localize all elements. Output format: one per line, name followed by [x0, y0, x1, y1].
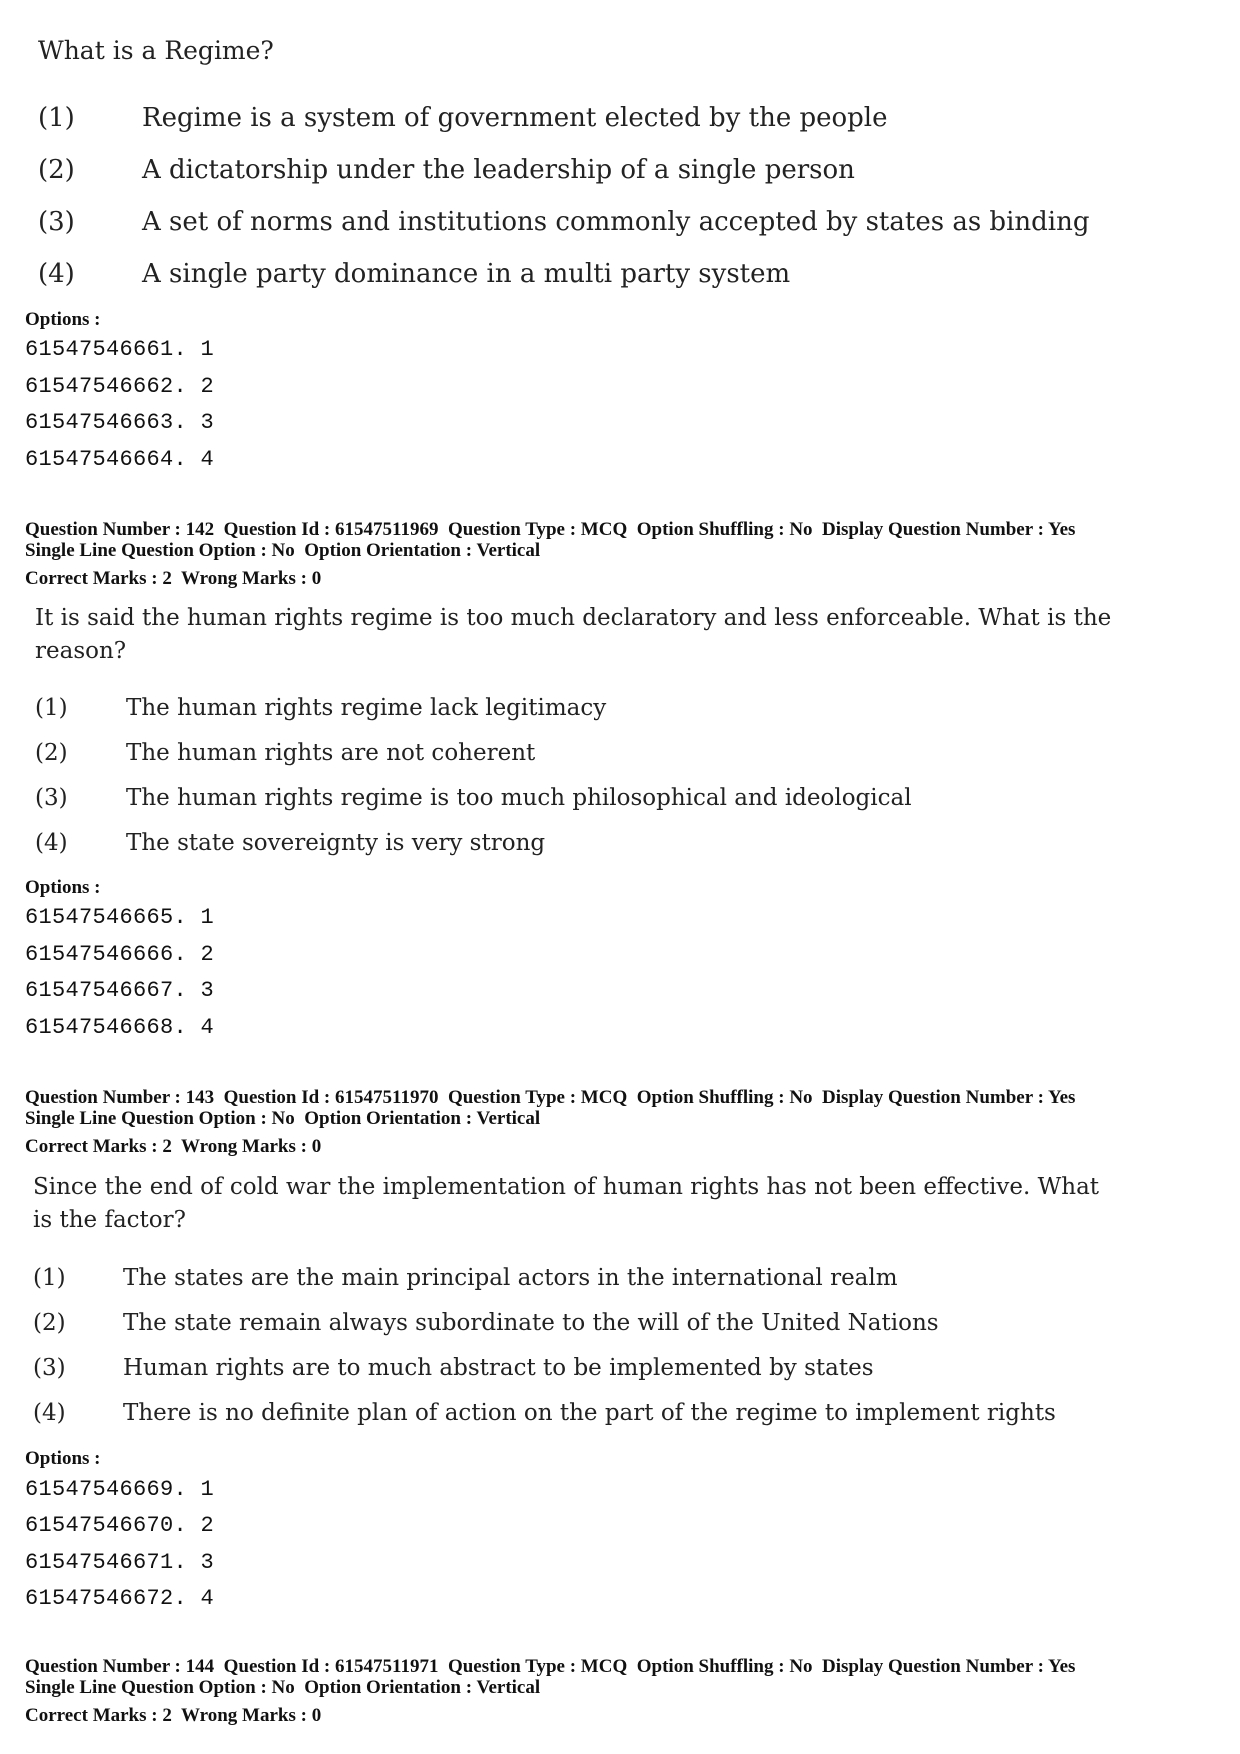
question-meta-line: Question Number : 144 Question Id : 6154… — [25, 1656, 1076, 1677]
choice-text: Human rights are to much abstract to be … — [123, 1355, 874, 1381]
question-text-line: is the factor? — [33, 1207, 186, 1233]
question-text-line: reason? — [35, 638, 127, 664]
option-id: 61547546672. 4 — [25, 1586, 215, 1611]
options-label: Options : — [25, 309, 101, 330]
options-label: Options : — [25, 1448, 101, 1469]
option-id: 61547546667. 3 — [25, 978, 215, 1003]
marks-info: Correct Marks : 2 Wrong Marks : 0 — [25, 1136, 322, 1157]
question-meta: Question Number : 144 Question Id : 6154… — [25, 1656, 1075, 1698]
choice-item: (1) The states are the main principal ac… — [33, 1265, 1213, 1297]
option-id: 61547546663. 3 — [25, 410, 215, 435]
choice-number: (4) — [33, 1400, 66, 1426]
choice-item: (2) A dictatorship under the leadership … — [38, 155, 1218, 189]
choice-item: (3) The human rights regime is too much … — [35, 785, 1215, 817]
question-text: It is said the human rights regime is to… — [35, 602, 1111, 668]
marks-info: Correct Marks : 2 Wrong Marks : 0 — [25, 568, 322, 589]
choice-item: (4) A single party dominance in a multi … — [38, 259, 1218, 293]
choice-text: The human rights regime lack legitimacy — [126, 695, 607, 721]
option-id: 61547546664. 4 — [25, 447, 215, 472]
question-text: Since the end of cold war the implementa… — [33, 1171, 1099, 1237]
choice-text: The human rights are not coherent — [126, 740, 536, 766]
choice-number: (2) — [38, 155, 75, 185]
question-text-line: Since the end of cold war the implementa… — [33, 1174, 1100, 1200]
choice-text: The states are the main principal actors… — [123, 1265, 898, 1291]
option-id: 61547546662. 2 — [25, 374, 215, 399]
choice-text: A dictatorship under the leadership of a… — [142, 155, 855, 185]
choice-number: (1) — [35, 695, 68, 721]
choice-number: (2) — [35, 740, 68, 766]
option-id: 61547546666. 2 — [25, 942, 215, 967]
choice-item: (2) The state remain always subordinate … — [33, 1310, 1213, 1342]
option-id: 61547546668. 4 — [25, 1015, 215, 1040]
question-text-line: It is said the human rights regime is to… — [35, 605, 1112, 631]
choice-number: (3) — [33, 1355, 66, 1381]
choice-item: (3) A set of norms and institutions comm… — [38, 207, 1228, 241]
choice-number: (2) — [33, 1310, 66, 1336]
option-id: 61547546665. 1 — [25, 905, 215, 930]
choice-number: (3) — [35, 785, 68, 811]
question-meta: Question Number : 142 Question Id : 6154… — [25, 519, 1075, 561]
choice-text: Regime is a system of government elected… — [142, 103, 888, 133]
question-meta-line: Single Line Question Option : No Option … — [25, 540, 541, 561]
choice-number: (1) — [33, 1265, 66, 1291]
choice-item: (1) Regime is a system of government ele… — [38, 103, 1218, 137]
question-meta-line: Question Number : 143 Question Id : 6154… — [25, 1087, 1076, 1108]
choice-number: (1) — [38, 103, 75, 133]
choice-item: (3) Human rights are to much abstract to… — [33, 1355, 1213, 1387]
options-label: Options : — [25, 877, 101, 898]
choice-text: The state remain always subordinate to t… — [123, 1310, 939, 1336]
question-meta: Question Number : 143 Question Id : 6154… — [25, 1087, 1075, 1129]
choice-text: The human rights regime is too much phil… — [126, 785, 912, 811]
choice-item: (1) The human rights regime lack legitim… — [35, 695, 1215, 727]
choice-text: The state sovereignty is very strong — [126, 830, 546, 856]
question-text: What is a Regime? — [38, 36, 274, 65]
option-id: 61547546661. 1 — [25, 337, 215, 362]
marks-info: Correct Marks : 2 Wrong Marks : 0 — [25, 1705, 322, 1726]
choice-text: A single party dominance in a multi part… — [142, 259, 791, 289]
choice-number: (4) — [35, 830, 68, 856]
option-id: 61547546670. 2 — [25, 1513, 215, 1538]
question-meta-line: Single Line Question Option : No Option … — [25, 1108, 541, 1129]
choice-number: (4) — [38, 259, 75, 289]
question-meta-line: Question Number : 142 Question Id : 6154… — [25, 519, 1076, 540]
question-meta-line: Single Line Question Option : No Option … — [25, 1677, 541, 1698]
choice-text: There is no definite plan of action on t… — [123, 1400, 1056, 1426]
choice-item: (2) The human rights are not coherent — [35, 740, 1215, 772]
option-id: 61547546669. 1 — [25, 1477, 215, 1502]
choice-item: (4) The state sovereignty is very strong — [35, 830, 1215, 862]
choice-item: (4) There is no definite plan of action … — [33, 1400, 1213, 1432]
choice-text: A set of norms and institutions commonly… — [142, 207, 1090, 237]
option-id: 61547546671. 3 — [25, 1550, 215, 1575]
choice-number: (3) — [38, 207, 75, 237]
